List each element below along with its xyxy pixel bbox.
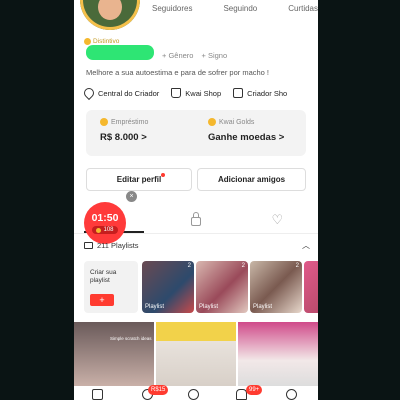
kwai-shop-label: Kwai Shop bbox=[185, 88, 222, 98]
golds-value: Ganhe moedas > bbox=[208, 132, 285, 143]
tag-gender[interactable]: + Gênero bbox=[162, 51, 193, 60]
create-playlist-label: Criar sua playlist bbox=[90, 269, 117, 284]
playlist-label: Playlist bbox=[199, 304, 219, 310]
playlist-count: 2 bbox=[241, 263, 245, 269]
playlist-thumb[interactable]: 2 Playlist bbox=[250, 261, 302, 313]
store-icon bbox=[233, 88, 244, 98]
video-thumbnail[interactable] bbox=[156, 322, 236, 386]
coin-icon bbox=[96, 227, 102, 233]
creator-shop-link[interactable]: Criador Sho bbox=[233, 88, 287, 98]
timer-points-value: 108 bbox=[103, 227, 114, 233]
notification-dot bbox=[161, 173, 165, 177]
badge-icon bbox=[84, 38, 91, 45]
stat-likes[interactable]: Curtidas bbox=[288, 4, 318, 13]
playlist-label: Playlist bbox=[253, 304, 273, 310]
shop-badge: R$15 bbox=[148, 385, 169, 395]
playlist-stack-icon bbox=[84, 242, 93, 249]
inbox-badge: 99+ bbox=[246, 385, 263, 395]
bottom-nav: R$15 99+ bbox=[74, 385, 318, 400]
lock-icon bbox=[190, 212, 201, 226]
avatar-ring bbox=[80, 0, 140, 30]
playlist-thumb-partial[interactable] bbox=[304, 261, 318, 313]
heart-icon: ♡ bbox=[271, 212, 284, 227]
timer-value: 01:50 bbox=[91, 212, 119, 224]
location-pin-icon bbox=[81, 85, 97, 101]
home-icon[interactable] bbox=[92, 389, 103, 400]
profile-bio: Melhore a sua autoestima e para de sofre… bbox=[86, 68, 270, 77]
tab-private[interactable] bbox=[155, 208, 236, 232]
avatar[interactable] bbox=[80, 0, 140, 30]
username-highlight bbox=[86, 45, 154, 60]
quick-links: Central do Criador Kwai Shop Criador Sho bbox=[81, 85, 287, 101]
create-playlist-card[interactable]: Criar sua playlist + bbox=[84, 261, 138, 313]
golds-label: Kwai Golds bbox=[219, 118, 255, 126]
stat-following[interactable]: Seguindo bbox=[223, 4, 257, 13]
profile-stats: Seguidores Seguindo Curtidas bbox=[152, 4, 318, 13]
timer-points: 108 bbox=[92, 226, 118, 234]
badge-row[interactable]: Distintivo bbox=[84, 38, 119, 45]
add-friends-button[interactable]: Adicionar amigos bbox=[197, 168, 306, 191]
close-icon[interactable]: × bbox=[126, 191, 137, 202]
loan-coin-icon bbox=[100, 118, 108, 126]
create-playlist-plus: + bbox=[90, 294, 114, 306]
finance-card: Empréstimo R$ 8.000 > Kwai Golds Ganhe m… bbox=[86, 110, 306, 156]
edit-profile-button[interactable]: Editar perfil bbox=[86, 168, 192, 191]
shopping-bag-icon bbox=[171, 88, 182, 98]
chevron-up-icon[interactable]: ︿ bbox=[302, 240, 310, 251]
playlist-count: 2 bbox=[187, 263, 191, 269]
kwai-shop-link[interactable]: Kwai Shop bbox=[171, 88, 221, 98]
playlists-row: Criar sua playlist + 2 Playlist 2 Playli… bbox=[84, 261, 318, 313]
video-thumbnail[interactable]: Simple scratch ideas bbox=[74, 322, 154, 386]
gold-coin-icon bbox=[208, 118, 216, 126]
video-grid: Simple scratch ideas bbox=[74, 322, 318, 386]
playlist-label: Playlist bbox=[145, 304, 165, 310]
playlist-thumb[interactable]: 2 Playlist bbox=[196, 261, 248, 313]
edit-profile-label: Editar perfil bbox=[116, 175, 162, 184]
creator-shop-label: Criador Sho bbox=[247, 88, 288, 98]
profile-icon[interactable] bbox=[286, 389, 297, 400]
playlist-thumb[interactable]: 2 Playlist bbox=[142, 261, 194, 313]
profile-tags: + Gênero + Signo bbox=[162, 51, 227, 60]
loan-label: Empréstimo bbox=[111, 118, 149, 126]
playlists-header[interactable]: 211 Playlists ︿ bbox=[84, 240, 310, 251]
golds-section[interactable]: Kwai Golds Ganhe moedas > bbox=[208, 118, 284, 143]
reward-timer-widget[interactable]: 01:50 108 bbox=[84, 202, 126, 244]
add-icon[interactable] bbox=[188, 389, 199, 400]
profile-screen: Seguidores Seguindo Curtidas Distintivo … bbox=[74, 0, 318, 400]
creator-center-label: Central do Criador bbox=[98, 88, 160, 98]
playlists-count: 211 Playlists bbox=[97, 241, 139, 250]
stat-followers[interactable]: Seguidores bbox=[152, 4, 192, 13]
video-caption: Simple scratch ideas bbox=[110, 336, 152, 341]
tag-sign[interactable]: + Signo bbox=[201, 51, 227, 60]
creator-center-link[interactable]: Central do Criador bbox=[81, 85, 160, 101]
video-thumbnail[interactable] bbox=[238, 322, 318, 386]
tab-liked[interactable]: ♡ bbox=[237, 208, 318, 232]
loan-section[interactable]: Empréstimo R$ 8.000 > bbox=[100, 118, 148, 143]
loan-value: R$ 8.000 > bbox=[100, 132, 147, 143]
badge-label: Distintivo bbox=[93, 38, 120, 45]
playlist-count: 2 bbox=[295, 263, 299, 269]
